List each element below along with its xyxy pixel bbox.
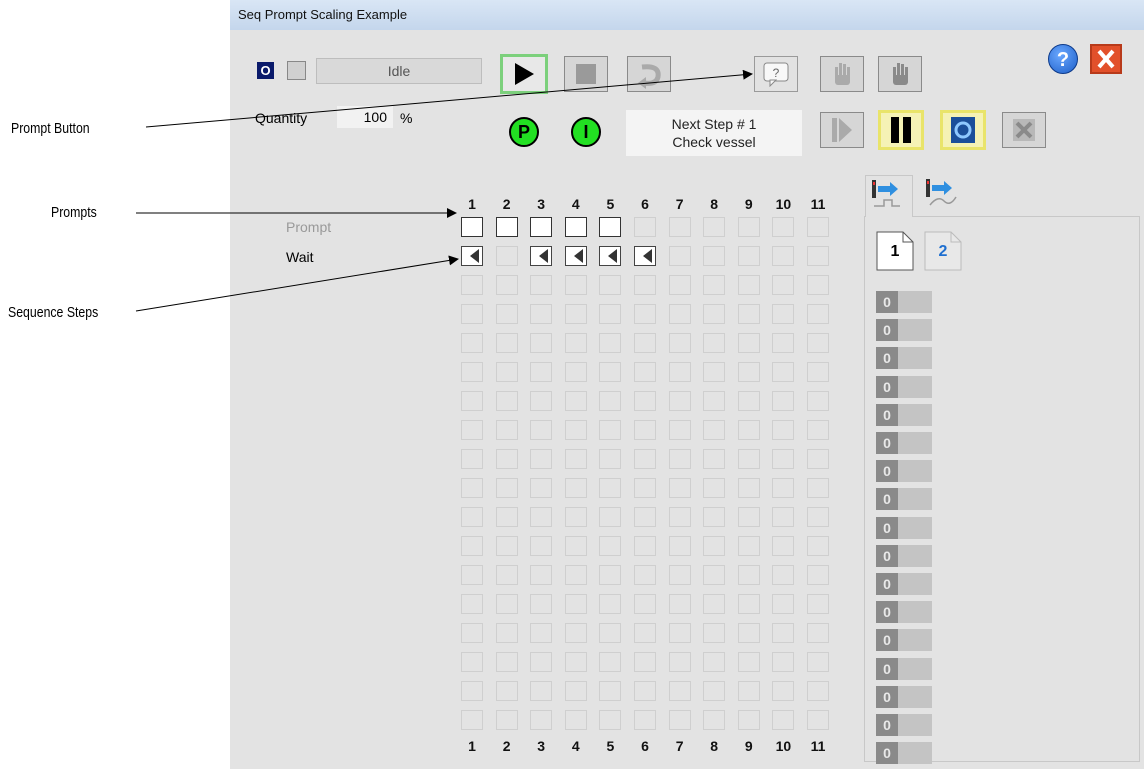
sequence-steps-arrow — [135, 255, 459, 312]
callout-arrows — [135, 69, 753, 312]
prompt-button-arrow — [145, 69, 753, 128]
